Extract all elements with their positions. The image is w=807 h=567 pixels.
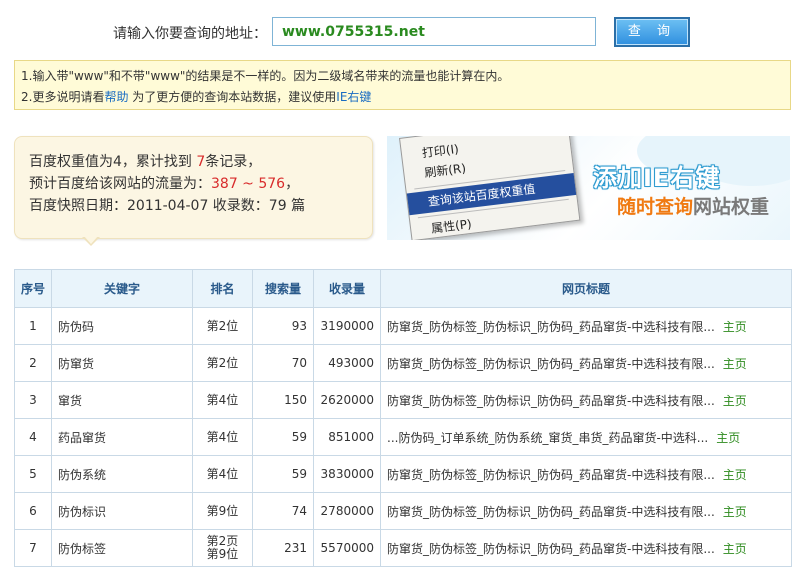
query-button[interactable]: 查 询 [614, 17, 690, 47]
header-indexed-count: 收录量 [313, 269, 381, 308]
homepage-link[interactable]: 主页 [723, 542, 747, 556]
page-title-link[interactable]: 防窜货_防伪标签_防伪标识_防伪码_药品窜货-中选科技有限... [387, 320, 715, 334]
rank-cell: 第4位 [192, 418, 253, 456]
table-header-row: 序号 关键字 排名 搜索量 收录量 网页标题 [14, 269, 792, 308]
indexed-count-cell: 2620000 [313, 381, 381, 419]
header-keyword: 关键字 [51, 269, 193, 308]
keyword-link[interactable]: 药品窜货 [51, 418, 193, 456]
search-volume-cell: 74 [252, 492, 314, 530]
notice-line-1: 1.输入带"www"和不带"www"的结果是不一样的。因为二级域名带来的流量也能… [21, 69, 510, 83]
page-title-link[interactable]: 防窜货_防伪标签_防伪标识_防伪码_药品窜货-中选科技有限... [387, 357, 715, 371]
search-volume-cell: 70 [252, 344, 314, 382]
page-title-cell: 防窜货_防伪标签_防伪标识_防伪码_药品窜货-中选科技有限... 主页 [380, 492, 792, 530]
stats-line-1-prefix: 百度权重值为4，累计找到 [29, 154, 197, 170]
table-row: 3 窜货 第4位 150 2620000 防窜货_防伪标签_防伪标识_防伪码_药… [14, 381, 792, 419]
rank-cell: 第2位 [192, 344, 253, 382]
row-index: 1 [14, 307, 52, 345]
stats-line-1: 百度权重值为4，累计找到 7条记录， [29, 151, 372, 173]
rank-cell: 第2页 第9位 [192, 529, 253, 567]
ie-right-click-banner[interactable]: 打印(I) 刷新(R) 查询该站百度权重值 属性(P) 添加IE右键 随时查询网… [387, 136, 790, 240]
indexed-count-cell: 3190000 [313, 307, 381, 345]
table-row: 1 防伪码 第2位 93 3190000 防窜货_防伪标签_防伪标识_防伪码_药… [14, 307, 792, 345]
indexed-count-cell: 493000 [313, 344, 381, 382]
table-row: 5 防伪系统 第4位 59 3830000 防窜货_防伪标签_防伪标识_防伪码_… [14, 455, 792, 493]
homepage-link[interactable]: 主页 [723, 357, 747, 371]
query-bar: 请输入你要查询的地址： 查 询 [0, 0, 807, 56]
page-title-cell: 防窜货_防伪标签_防伪标识_防伪码_药品窜货-中选科技有限... 主页 [380, 381, 792, 419]
header-rank: 排名 [192, 269, 253, 308]
traffic-range: 387 ~ 576 [211, 176, 286, 192]
search-volume-cell: 150 [252, 381, 314, 419]
row-index: 4 [14, 418, 52, 456]
context-menu-image: 打印(I) 刷新(R) 查询该站百度权重值 属性(P) [399, 136, 581, 240]
rank-cell: 第4位 [192, 381, 253, 419]
keyword-link[interactable]: 防伪标识 [51, 492, 193, 530]
page-title-link[interactable]: ...防伪码_订单系统_防伪系统_窜货_串货_药品窜货-中选科... [387, 431, 708, 445]
page-title-cell: 防窜货_防伪标签_防伪标识_防伪码_药品窜货-中选科技有限... 主页 [380, 344, 792, 382]
search-volume-cell: 231 [252, 529, 314, 567]
page-title-link[interactable]: 防窜货_防伪标签_防伪标识_防伪码_药品窜货-中选科技有限... [387, 468, 715, 482]
table-row: 6 防伪标识 第9位 74 2780000 防窜货_防伪标签_防伪标识_防伪码_… [14, 492, 792, 530]
table-row: 4 药品窜货 第4位 59 851000 ...防伪码_订单系统_防伪系统_窜货… [14, 418, 792, 456]
search-volume-cell: 93 [252, 307, 314, 345]
indexed-count-cell: 5570000 [313, 529, 381, 567]
banner-subtitle: 随时查询网站权重 [617, 192, 769, 219]
indexed-count-cell: 851000 [313, 418, 381, 456]
header-page-title: 网页标题 [380, 269, 792, 308]
homepage-link[interactable]: 主页 [723, 320, 747, 334]
homepage-link[interactable]: 主页 [723, 468, 747, 482]
keyword-table: 序号 关键字 排名 搜索量 收录量 网页标题 1 防伪码 第2位 93 3190… [14, 269, 792, 567]
row-index: 5 [14, 455, 52, 493]
page-title-link[interactable]: 防窜货_防伪标签_防伪标识_防伪码_药品窜货-中选科技有限... [387, 542, 715, 556]
keyword-link[interactable]: 防伪标签 [51, 529, 193, 567]
page-title-link[interactable]: 防窜货_防伪标签_防伪标识_防伪码_药品窜货-中选科技有限... [387, 505, 715, 519]
banner-subtitle-orange: 随时查询 [617, 196, 694, 218]
notice-box: 1.输入带"www"和不带"www"的结果是不一样的。因为二级域名带来的流量也能… [14, 60, 791, 110]
homepage-link[interactable]: 主页 [716, 431, 740, 445]
keyword-link[interactable]: 窜货 [51, 381, 193, 419]
search-volume-cell: 59 [252, 418, 314, 456]
rank-cell: 第9位 [192, 492, 253, 530]
keyword-link[interactable]: 防伪码 [51, 307, 193, 345]
row-index: 2 [14, 344, 52, 382]
rank-cell: 第2位 [192, 307, 253, 345]
bubble-tail-inner [84, 236, 98, 244]
stats-line-3: 百度快照日期：2011-04-07 收录数：79 篇 [29, 198, 306, 214]
notice-line-2-middle: 为了更方便的查询本站数据，建议使用 [128, 90, 337, 104]
stats-summary: 百度权重值为4，累计找到 7条记录， 预计百度给该网站的流量为：387 ~ 57… [14, 136, 373, 239]
banner-title: 添加IE右键 [593, 164, 721, 192]
stats-line-1-suffix: 条记录， [205, 154, 262, 170]
notice-line-2: 2.更多说明请看帮助 为了更方便的查询本站数据，建议使用IE右键 [21, 87, 790, 108]
banner-subtitle-gray: 网站权重 [693, 196, 770, 218]
stats-line-2-prefix: 预计百度给该网站的流量为： [29, 176, 211, 192]
table-row: 2 防窜货 第2位 70 493000 防窜货_防伪标签_防伪标识_防伪码_药品… [14, 344, 792, 382]
url-input[interactable] [272, 17, 596, 46]
help-link[interactable]: 帮助 [104, 90, 128, 104]
keyword-link[interactable]: 防窜货 [51, 344, 193, 382]
ie-right-click-link[interactable]: IE右键 [336, 90, 371, 104]
table-row: 7 防伪标签 第2页 第9位 231 5570000 防窜货_防伪标签_防伪标识… [14, 529, 792, 567]
page-title-link[interactable]: 防窜货_防伪标签_防伪标识_防伪码_药品窜货-中选科技有限... [387, 394, 715, 408]
header-search-volume: 搜索量 [252, 269, 314, 308]
page-title-cell: 防窜货_防伪标签_防伪标识_防伪码_药品窜货-中选科技有限... 主页 [380, 307, 792, 345]
notice-line-2-prefix: 2.更多说明请看 [21, 90, 105, 104]
homepage-link[interactable]: 主页 [723, 394, 747, 408]
row-index: 3 [14, 381, 52, 419]
stats-line-2: 预计百度给该网站的流量为：387 ~ 576， [29, 173, 372, 195]
page-title-cell: ...防伪码_订单系统_防伪系统_窜货_串货_药品窜货-中选科... 主页 [380, 418, 792, 456]
search-volume-cell: 59 [252, 455, 314, 493]
keyword-link[interactable]: 防伪系统 [51, 455, 193, 493]
header-index: 序号 [14, 269, 52, 308]
page-title-cell: 防窜货_防伪标签_防伪标识_防伪码_药品窜货-中选科技有限... 主页 [380, 529, 792, 567]
indexed-count-cell: 2780000 [313, 492, 381, 530]
rank-cell: 第4位 [192, 455, 253, 493]
stats-line-2-suffix: ， [285, 176, 300, 192]
row-index: 6 [14, 492, 52, 530]
indexed-count-cell: 3830000 [313, 455, 381, 493]
page-title-cell: 防窜货_防伪标签_防伪标识_防伪码_药品窜货-中选科技有限... 主页 [380, 455, 792, 493]
row-index: 7 [14, 529, 52, 567]
query-label: 请输入你要查询的地址： [113, 26, 267, 42]
record-count: 7 [196, 154, 206, 170]
homepage-link[interactable]: 主页 [723, 505, 747, 519]
